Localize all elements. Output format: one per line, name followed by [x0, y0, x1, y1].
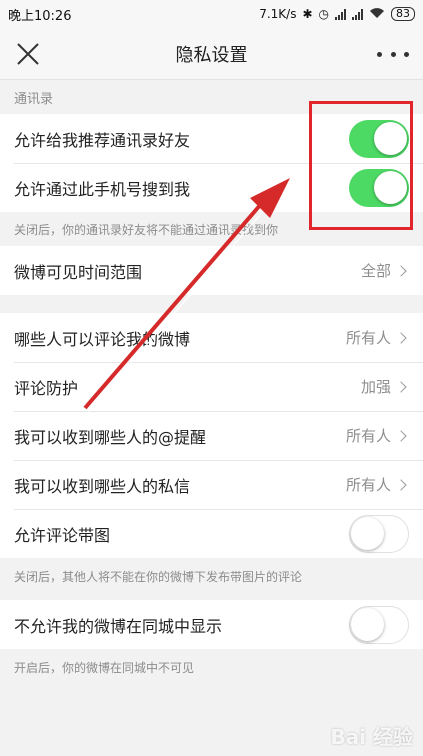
- network-speed: 7.1K/s: [259, 7, 297, 21]
- annotation-highlight-box: [309, 101, 413, 230]
- same-city-label: 不允许我的微博在同城中显示: [14, 616, 223, 636]
- private-msg-label: 我可以收到哪些人的私信: [14, 476, 191, 496]
- chevron-right-icon: [395, 478, 407, 491]
- comment-group: 哪些人可以评论我的微博 所有人 评论防护 加强 我可以收到哪些人的@提醒 所有人…: [0, 313, 423, 558]
- weibo-visible-label: 微博可见时间范围: [14, 262, 143, 282]
- status-icons: 7.1K/s ✱ ◷ 83: [259, 7, 415, 22]
- alarm-icon: ◷: [318, 7, 329, 21]
- watermark: Bai 经验: [330, 725, 413, 749]
- chevron-right-icon: [395, 429, 407, 442]
- comment-protect-value: 加强: [360, 378, 391, 396]
- weibo-visible-value: 全部: [360, 262, 391, 280]
- status-time: 晚上10:26: [8, 8, 72, 24]
- mention-row[interactable]: 我可以收到哪些人的@提醒 所有人: [0, 411, 423, 460]
- signal-icon: [352, 8, 363, 20]
- same-city-note: 开启后，你的微博在同城中不可见: [14, 660, 195, 675]
- who-comment-value: 所有人: [345, 329, 391, 347]
- who-comment-row[interactable]: 哪些人可以评论我的微博 所有人: [0, 313, 423, 362]
- status-bar: 晚上10:26 7.1K/s ✱ ◷ 83: [0, 0, 423, 28]
- battery-icon: 83: [391, 7, 415, 21]
- mention-label: 我可以收到哪些人的@提醒: [14, 427, 207, 447]
- comment-image-row: 允许评论带图: [0, 509, 423, 558]
- bluetooth-icon: ✱: [302, 7, 313, 21]
- comment-image-label: 允许评论带图: [14, 525, 111, 545]
- chevron-right-icon: [395, 264, 407, 277]
- comment-image-toggle[interactable]: [349, 514, 409, 553]
- weibo-visible-row[interactable]: 微博可见时间范围 全部: [0, 246, 423, 295]
- find-by-phone-label: 允许通过此手机号搜到我: [14, 179, 191, 199]
- private-msg-value: 所有人: [345, 476, 391, 494]
- private-msg-row[interactable]: 我可以收到哪些人的私信 所有人: [0, 460, 423, 509]
- same-city-row: 不允许我的微博在同城中显示: [0, 600, 423, 649]
- more-icon[interactable]: [377, 40, 409, 68]
- comment-protect-row[interactable]: 评论防护 加强: [0, 362, 423, 411]
- page-title: 隐私设置: [175, 44, 248, 66]
- nav-bar: 隐私设置: [0, 28, 423, 80]
- wifi-icon: [369, 7, 385, 22]
- who-comment-label: 哪些人可以评论我的微博: [14, 329, 191, 349]
- recommend-friends-label: 允许给我推荐通讯录好友: [14, 130, 191, 150]
- same-city-toggle[interactable]: [349, 605, 409, 644]
- chevron-right-icon: [395, 331, 407, 344]
- mention-value: 所有人: [345, 427, 391, 445]
- signal-icon: [335, 8, 346, 20]
- chevron-right-icon: [395, 380, 407, 393]
- comment-protect-label: 评论防护: [14, 378, 79, 398]
- comment-image-note: 关闭后，其他人将不能在你的微博下发布带图片的评论: [14, 569, 303, 584]
